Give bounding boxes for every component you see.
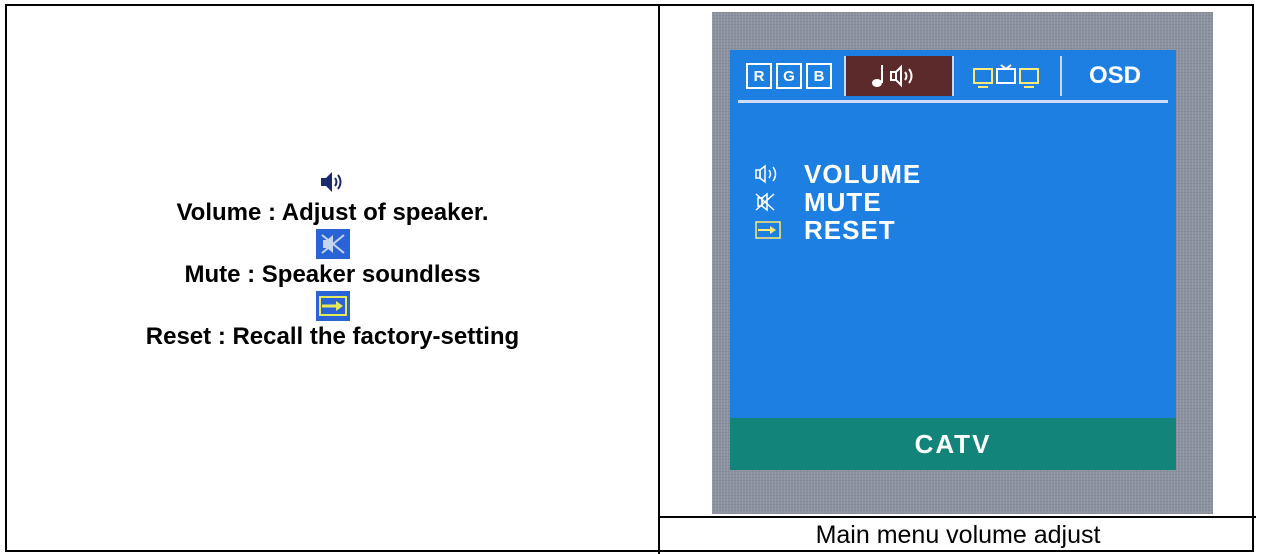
osd-menu-list: VOLUME MUTE RESET xyxy=(754,159,921,246)
tv-icon xyxy=(973,64,1039,88)
reset-icon-tile xyxy=(315,291,350,321)
document-table: Volume : Adjust of speaker. Mute : Speak… xyxy=(5,4,1256,554)
tab-underline xyxy=(738,100,1168,103)
mute-icon xyxy=(320,234,345,254)
osd-tab-bar: R G B OSD xyxy=(738,56,1168,96)
figure-caption: Main menu volume adjust xyxy=(815,520,1101,549)
description-block: Volume : Adjust of speaker. Mute : Speak… xyxy=(7,166,658,352)
reset-description: Reset : Recall the factory-setting xyxy=(145,323,520,350)
reset-icon-row xyxy=(7,290,658,322)
menu-label-reset: RESET xyxy=(804,214,896,245)
music-note-icon xyxy=(872,64,913,88)
description-cell: Volume : Adjust of speaker. Mute : Speak… xyxy=(7,6,658,554)
osd-footer-bar: CATV xyxy=(730,418,1176,470)
rgb-letter-g: G xyxy=(776,63,802,89)
tab-rgb[interactable]: R G B xyxy=(738,56,844,96)
tab-video[interactable] xyxy=(952,56,1060,96)
rgb-letter-r: R xyxy=(746,63,772,89)
reset-icon xyxy=(755,221,781,239)
menu-item-reset[interactable]: RESET xyxy=(754,215,921,245)
osd-menu: R G B OSD VOLUME MUTE RESET CATV xyxy=(730,50,1176,470)
menu-label-mute: MUTE xyxy=(804,186,882,217)
menu-item-mute[interactable]: MUTE xyxy=(754,187,921,217)
mute-icon-row xyxy=(7,228,658,260)
monitor-photo: R G B OSD VOLUME MUTE RESET CATV xyxy=(712,12,1213,514)
tab-audio[interactable] xyxy=(844,56,952,96)
mute-icon-tile xyxy=(315,229,350,259)
input-source-label: CATV xyxy=(914,428,992,459)
volume-icon-row xyxy=(7,166,658,198)
menu-item-volume[interactable]: VOLUME xyxy=(754,159,921,189)
speaker-icon xyxy=(755,164,777,184)
screenshot-cell: R G B OSD VOLUME MUTE RESET CATV xyxy=(660,6,1256,516)
rgb-letter-b: B xyxy=(806,63,832,89)
mute-icon xyxy=(755,192,775,212)
volume-description: Volume : Adjust of speaker. xyxy=(176,199,489,226)
tab-osd[interactable]: OSD xyxy=(1060,56,1168,96)
menu-label-volume: VOLUME xyxy=(804,158,922,189)
reset-icon xyxy=(318,296,347,316)
speaker-icon xyxy=(320,172,341,192)
mute-description: Mute : Speaker soundless xyxy=(184,261,481,288)
